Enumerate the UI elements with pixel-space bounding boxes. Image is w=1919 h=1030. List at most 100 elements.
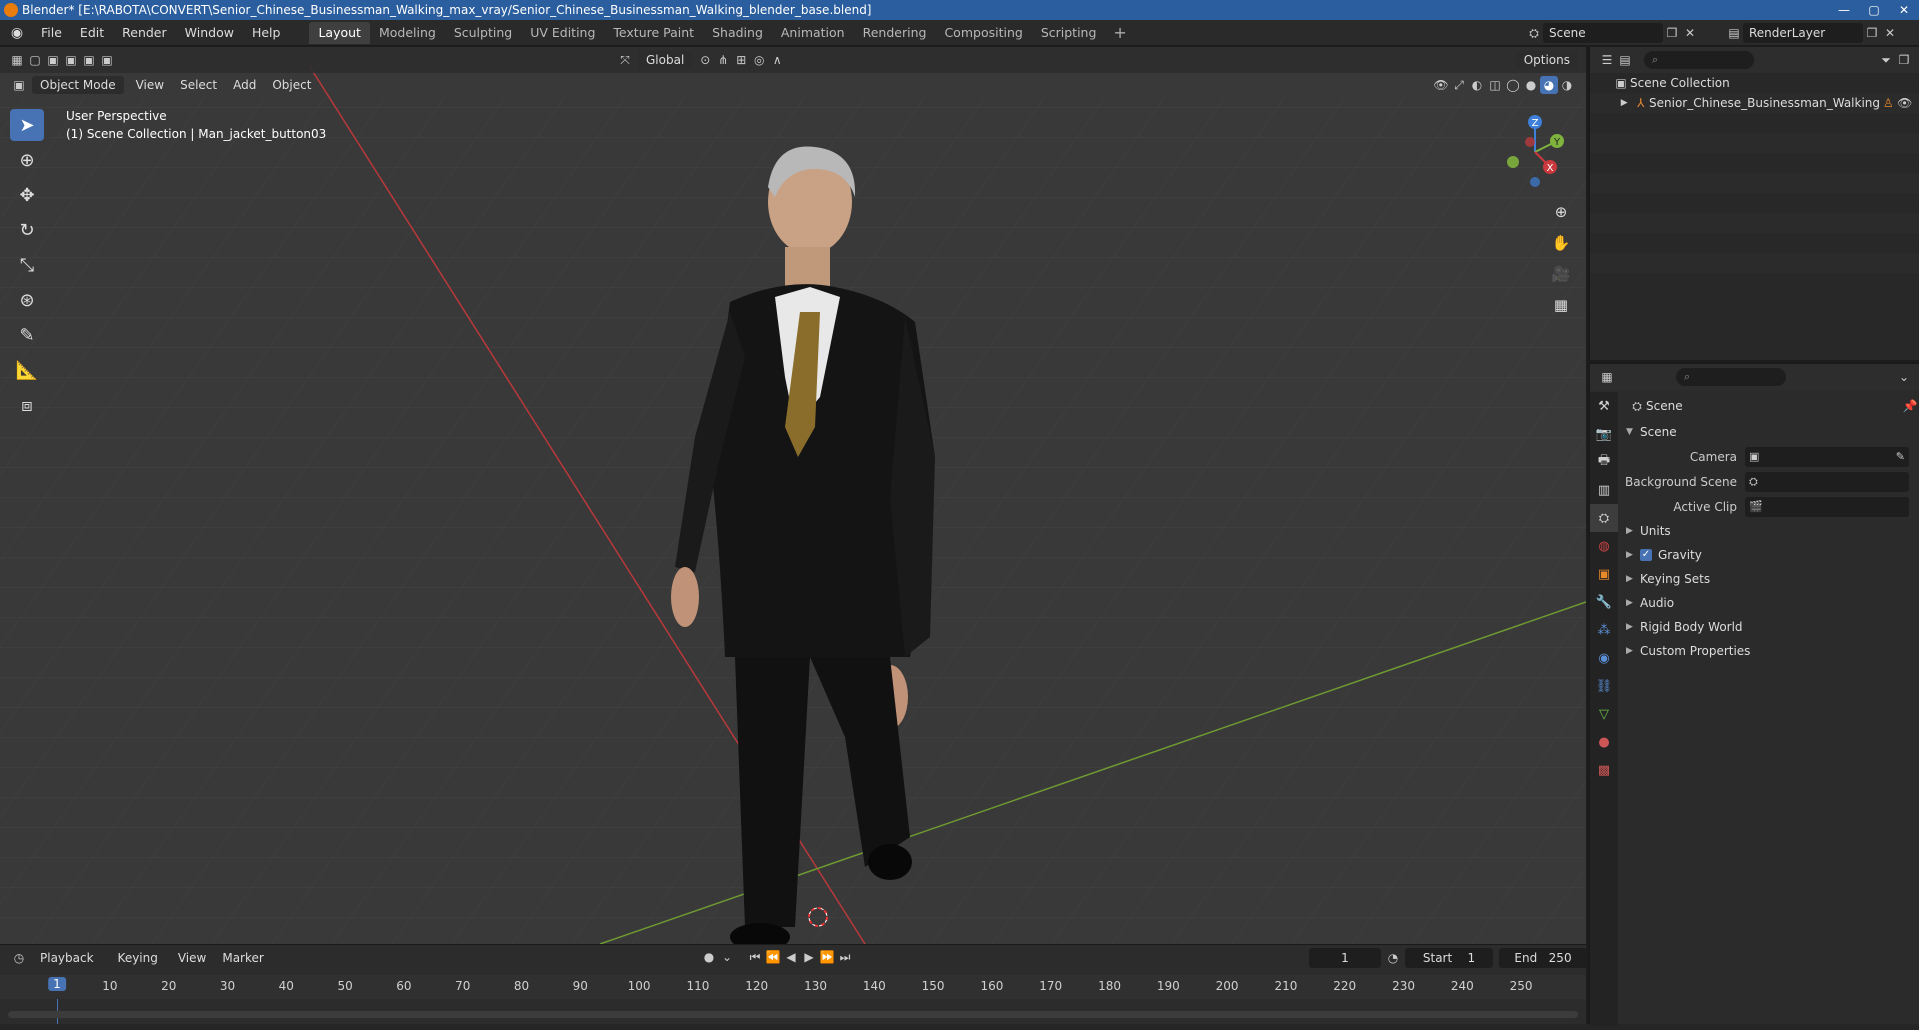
tab-uv-editing[interactable]: UV Editing bbox=[521, 22, 604, 44]
tool-tab[interactable]: ⚒ bbox=[1590, 392, 1618, 420]
properties-search-input[interactable]: ⌕ bbox=[1676, 368, 1786, 386]
tab-animation[interactable]: Animation bbox=[772, 22, 854, 44]
eye-visibility-icon[interactable]: 👁 bbox=[1897, 94, 1914, 112]
object-tab[interactable]: ▣ bbox=[1590, 560, 1618, 588]
add-cube-tool[interactable]: ⧈ bbox=[10, 389, 44, 421]
timeline-ruler[interactable]: 1 10 20 30 40 50 60 70 80 90 100 110 120 130 140 150 160… bbox=[0, 975, 1586, 999]
tab-layout[interactable]: Layout bbox=[309, 21, 370, 44]
delete-scene-icon[interactable]: ✕ bbox=[1681, 24, 1699, 42]
maximize-button[interactable]: ▢ bbox=[1859, 0, 1889, 20]
constraints-tab[interactable]: ⛓ bbox=[1590, 672, 1618, 700]
playback-menu[interactable]: Playback bbox=[32, 949, 102, 967]
output-tab[interactable]: 🖶 bbox=[1590, 448, 1618, 476]
gizmo-neg-z[interactable] bbox=[1530, 177, 1540, 187]
pan-hand-icon[interactable]: ✋ bbox=[1548, 230, 1574, 256]
overlay-toggle-icon[interactable]: ◐ bbox=[1468, 76, 1486, 94]
rigid-body-world-panel[interactable]: ▶ Rigid Body World bbox=[1620, 615, 1919, 639]
current-frame-field[interactable]: 1 bbox=[1309, 948, 1381, 968]
play-icon[interactable]: ▶ bbox=[800, 948, 818, 966]
gravity-checkbox[interactable]: ✓ bbox=[1640, 549, 1652, 561]
ortho-grid-icon[interactable]: ▦ bbox=[1548, 292, 1574, 318]
businessman-model[interactable] bbox=[635, 97, 955, 944]
end-frame-field[interactable]: End 250 bbox=[1499, 948, 1587, 968]
scale-tool[interactable]: ⤡ bbox=[10, 249, 44, 281]
keying-menu[interactable]: Keying bbox=[109, 949, 166, 967]
visibility-icon[interactable]: 👁 bbox=[1432, 76, 1450, 94]
world-tab[interactable]: ◍ bbox=[1590, 532, 1618, 560]
shading-solid-icon[interactable]: ● bbox=[1522, 76, 1540, 94]
timeline-view-menu[interactable]: View bbox=[170, 951, 214, 965]
timeline-scrollbar[interactable] bbox=[8, 1011, 1578, 1018]
jump-start-icon[interactable]: ⏮ bbox=[746, 948, 764, 966]
jump-end-icon[interactable]: ⏭ bbox=[836, 948, 854, 966]
cursor-tool[interactable]: ⊕ bbox=[10, 144, 44, 176]
new-scene-icon[interactable]: ❐ bbox=[1663, 24, 1681, 42]
close-button[interactable]: ✕ bbox=[1889, 0, 1919, 20]
active-clip-field[interactable]: 🎬 bbox=[1745, 496, 1909, 517]
view-layer-tab[interactable]: ▥ bbox=[1590, 476, 1618, 504]
view-layer-selector[interactable]: ▤ RenderLayer ❐ ✕ bbox=[1725, 23, 1915, 43]
tab-compositing[interactable]: Compositing bbox=[935, 22, 1031, 44]
measure-tool[interactable]: 📐 bbox=[10, 354, 44, 386]
menu-render[interactable]: Render bbox=[113, 25, 176, 40]
menu-edit[interactable]: Edit bbox=[71, 25, 113, 40]
menu-file[interactable]: File bbox=[32, 25, 71, 40]
shading-material-icon[interactable]: ◕ bbox=[1540, 76, 1558, 94]
data-tab[interactable]: ▽ bbox=[1590, 700, 1618, 728]
minimize-button[interactable]: — bbox=[1829, 0, 1859, 20]
tab-texture-paint[interactable]: Texture Paint bbox=[604, 22, 703, 44]
gravity-panel[interactable]: ▶ ✓ Gravity bbox=[1620, 543, 1919, 567]
blender-menu-icon[interactable]: ◉ bbox=[8, 24, 26, 42]
tab-shading[interactable]: Shading bbox=[703, 22, 772, 44]
shading-wireframe-icon[interactable]: ◯ bbox=[1504, 76, 1522, 94]
background-scene-field[interactable]: ⛭ bbox=[1745, 471, 1909, 492]
viewport-menu-select[interactable]: Select bbox=[172, 78, 225, 92]
select-new-icon[interactable]: ▣ bbox=[44, 51, 62, 69]
expand-arrow-icon[interactable]: ▶ bbox=[1616, 94, 1633, 112]
timeline-editor-type-icon[interactable]: ◷ bbox=[10, 949, 28, 967]
scene-selector[interactable]: ⛭ Scene ❐ ✕ bbox=[1525, 23, 1705, 43]
display-mode-icon[interactable]: ▤ bbox=[1616, 51, 1634, 69]
transform-tool[interactable]: ⊛ bbox=[10, 284, 44, 316]
select-subtract-icon[interactable]: ▣ bbox=[80, 51, 98, 69]
select-extend-icon[interactable]: ▣ bbox=[62, 51, 80, 69]
object-mode-select[interactable]: Object Mode bbox=[32, 76, 124, 94]
gizmo-neg-x[interactable] bbox=[1525, 137, 1535, 147]
menu-window[interactable]: Window bbox=[176, 25, 243, 40]
delete-view-layer-icon[interactable]: ✕ bbox=[1881, 24, 1899, 42]
zoom-icon[interactable]: ⊕ bbox=[1548, 199, 1574, 225]
start-frame-field[interactable]: Start 1 bbox=[1405, 948, 1493, 968]
modifiers-tab[interactable]: 🔧 bbox=[1590, 588, 1618, 616]
properties-editor-type-icon[interactable]: ▦ bbox=[1598, 368, 1616, 386]
frame-clock-icon[interactable]: ◔ bbox=[1384, 949, 1402, 967]
tab-modeling[interactable]: Modeling bbox=[370, 22, 445, 44]
proportional-falloff-icon[interactable]: ∧ bbox=[768, 51, 786, 69]
add-workspace-button[interactable]: + bbox=[1105, 23, 1134, 42]
camera-view-icon[interactable]: 🎥 bbox=[1548, 261, 1574, 287]
editor-type-icon[interactable]: ▦ bbox=[8, 51, 26, 69]
shading-rendered-icon[interactable]: ◑ bbox=[1558, 76, 1576, 94]
outliner-row-object[interactable]: ▶ ⅄ Senior_Chinese_Businessman_Walking ♙… bbox=[1590, 93, 1919, 113]
gizmo-neg-y[interactable] bbox=[1507, 156, 1519, 168]
viewport-menu-view[interactable]: View bbox=[128, 78, 172, 92]
custom-properties-panel[interactable]: ▶ Custom Properties bbox=[1620, 639, 1919, 663]
tab-scripting[interactable]: Scripting bbox=[1032, 22, 1106, 44]
filter-icon[interactable]: ⏷ bbox=[1877, 51, 1895, 69]
scene-tab[interactable]: ⛭ bbox=[1590, 504, 1618, 532]
prev-keyframe-icon[interactable]: ⏪ bbox=[764, 948, 782, 966]
annotate-tool[interactable]: ✎ bbox=[10, 319, 44, 351]
3d-viewport[interactable]: ▦ ▢ ▣ ▣ ▣ ▣ ⤧ Global ⊙ ⋔ ⊞ ◎ ∧ Options ▣… bbox=[0, 47, 1586, 944]
play-reverse-icon[interactable]: ◀ bbox=[782, 948, 800, 966]
camera-field[interactable]: ▣ ✎ bbox=[1745, 446, 1909, 467]
select-intersect-icon[interactable]: ▣ bbox=[98, 51, 116, 69]
select-box-tool[interactable]: ➤ bbox=[10, 109, 44, 141]
rotate-tool[interactable]: ↻ bbox=[10, 214, 44, 246]
scene-name-field[interactable]: Scene bbox=[1543, 23, 1663, 43]
render-tab[interactable]: 📷 bbox=[1590, 420, 1618, 448]
material-tab[interactable]: ● bbox=[1590, 728, 1618, 756]
select-box-mode-icon[interactable]: ▢ bbox=[26, 51, 44, 69]
pivot-point-icon[interactable]: ⊙ bbox=[696, 51, 714, 69]
tab-sculpting[interactable]: Sculpting bbox=[445, 22, 521, 44]
pose-icon[interactable]: ♙ bbox=[1880, 94, 1897, 112]
physics-tab[interactable]: ◉ bbox=[1590, 644, 1618, 672]
